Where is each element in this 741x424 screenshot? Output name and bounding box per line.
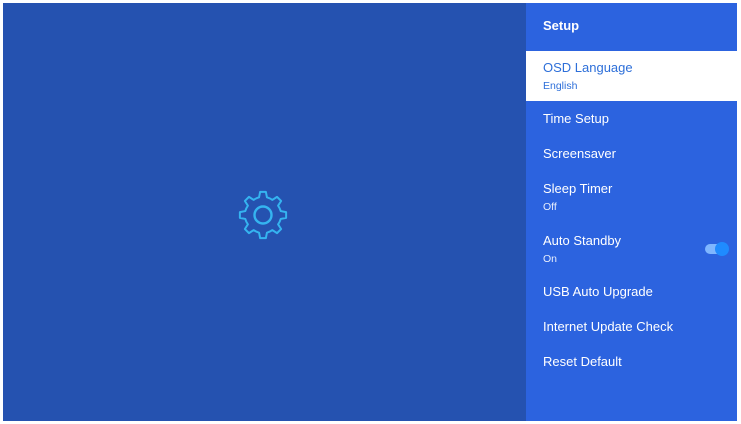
menu-item-auto-standby[interactable]: Auto Standby On xyxy=(526,233,737,269)
gear-icon xyxy=(238,190,288,240)
menu-item-label: Sleep Timer xyxy=(543,181,613,196)
menu-item-value: English xyxy=(543,80,578,92)
menu-item-value: Off xyxy=(543,201,557,213)
menu-item-sleep-timer[interactable]: Sleep Timer Off xyxy=(526,181,737,217)
panel-title: Setup xyxy=(543,18,580,33)
menu-item-label: Time Setup xyxy=(543,111,609,126)
main-area xyxy=(3,3,526,421)
menu-item-label: OSD Language xyxy=(543,60,633,75)
menu-item-label: Screensaver xyxy=(543,146,616,161)
menu-item-label: Reset Default xyxy=(543,354,622,369)
settings-screen: Setup OSD Language English Time Setup Sc… xyxy=(3,3,737,421)
menu-item-reset-default[interactable]: Reset Default xyxy=(526,354,737,376)
menu-item-internet-update-check[interactable]: Internet Update Check xyxy=(526,319,737,341)
menu-item-time-setup[interactable]: Time Setup xyxy=(526,111,737,133)
auto-standby-toggle[interactable] xyxy=(705,242,729,256)
menu-item-label: USB Auto Upgrade xyxy=(543,284,653,299)
menu-item-osd-language[interactable]: OSD Language English xyxy=(526,51,737,101)
menu-item-usb-auto-upgrade[interactable]: USB Auto Upgrade xyxy=(526,284,737,306)
setup-panel: Setup OSD Language English Time Setup Sc… xyxy=(526,3,737,421)
menu-item-value: On xyxy=(543,253,558,265)
menu-item-label: Internet Update Check xyxy=(543,319,674,334)
toggle-knob xyxy=(715,242,729,256)
menu-item-screensaver[interactable]: Screensaver xyxy=(526,146,737,168)
